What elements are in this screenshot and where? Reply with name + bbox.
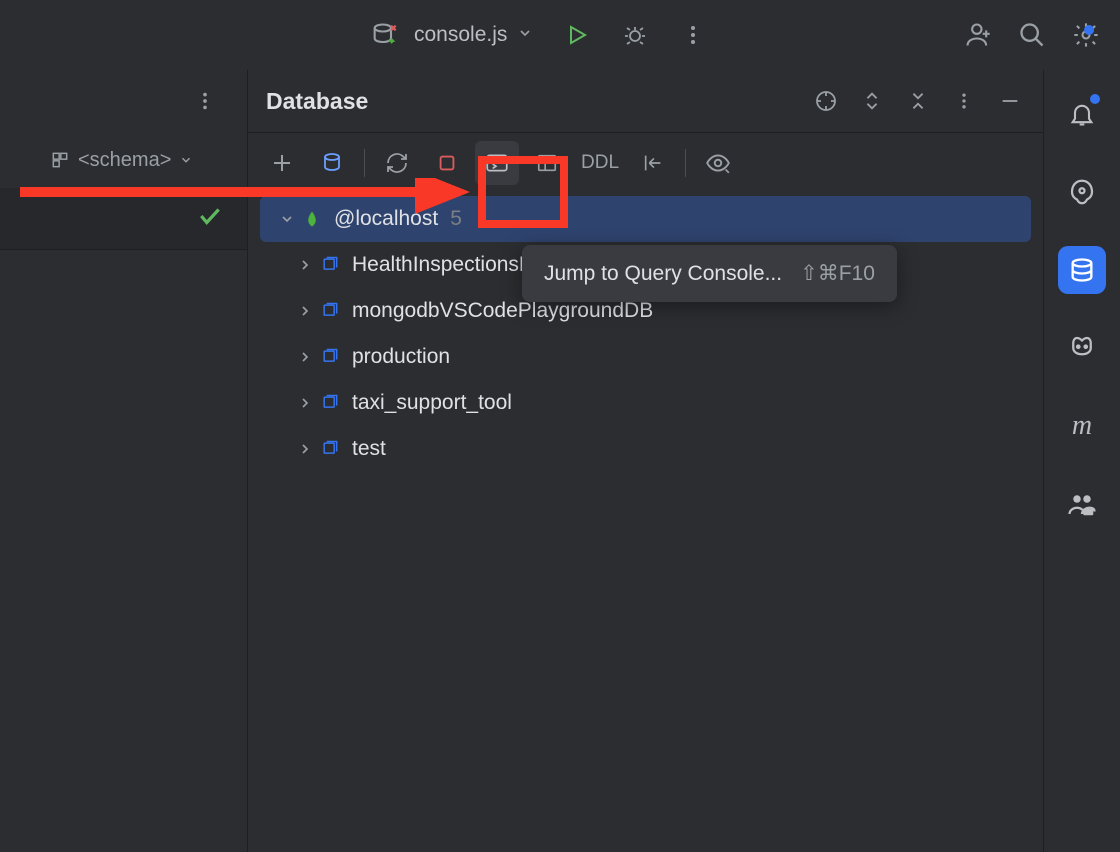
- table-button[interactable]: [525, 141, 569, 185]
- toolbar-separator: [685, 149, 686, 177]
- expand-icon[interactable]: [292, 436, 318, 462]
- refresh-button[interactable]: [375, 141, 419, 185]
- schema-node[interactable]: test: [248, 426, 1043, 472]
- schema-node[interactable]: production: [248, 334, 1043, 380]
- database-icon: [318, 345, 342, 369]
- right-tool-stripe: m: [1044, 70, 1120, 852]
- mongodb-icon: [300, 207, 324, 231]
- stop-button[interactable]: [425, 141, 469, 185]
- expand-icon[interactable]: [292, 298, 318, 324]
- database-icon: [318, 253, 342, 277]
- target-button[interactable]: [811, 86, 841, 116]
- schema-icon: [50, 150, 70, 170]
- settings-notification-dot: [1084, 25, 1094, 35]
- schema-label: mongodbVSCodePlaygroundDB: [352, 299, 653, 323]
- code-with-me-button[interactable]: [964, 21, 992, 49]
- toolbar-separator: [364, 149, 365, 177]
- schema-label: taxi_support_tool: [352, 391, 512, 415]
- more-actions-button[interactable]: [679, 21, 707, 49]
- collapse-icon[interactable]: [274, 206, 300, 232]
- database-icon: [318, 437, 342, 461]
- run-button[interactable]: [563, 21, 591, 49]
- current-file-dropdown[interactable]: console.js: [414, 23, 533, 47]
- datasource-properties-button[interactable]: [310, 141, 354, 185]
- left-side-panel: <schema>: [0, 70, 248, 852]
- debug-button[interactable]: [621, 21, 649, 49]
- database-toolbar: DDL: [248, 132, 1043, 192]
- current-file-name: console.js: [414, 23, 507, 47]
- schema-label: HealthInspectionsDB: [352, 253, 548, 277]
- database-icon: [318, 391, 342, 415]
- datasource-count: 5: [450, 207, 462, 231]
- expand-icon[interactable]: [292, 344, 318, 370]
- search-button[interactable]: [1018, 21, 1046, 49]
- schema-selector[interactable]: <schema>: [0, 132, 247, 188]
- status-check-icon: [197, 203, 223, 234]
- tooltip-shortcut: ⇧⌘F10: [800, 261, 875, 286]
- main-toolbar: console.js: [0, 0, 1120, 70]
- chevron-down-icon: [179, 153, 193, 167]
- meridian-button[interactable]: m: [1058, 402, 1106, 450]
- schema-label: <schema>: [78, 149, 171, 172]
- notification-dot: [1090, 94, 1100, 104]
- tooltip: Jump to Query Console... ⇧⌘F10: [522, 245, 897, 302]
- chevron-down-icon: [517, 23, 533, 47]
- panel-options-button[interactable]: [191, 87, 219, 115]
- ddl-button[interactable]: DDL: [575, 152, 625, 174]
- datasource-label: @localhost: [334, 207, 438, 231]
- ai-assistant-button[interactable]: [1058, 168, 1106, 216]
- copilot-button[interactable]: [1058, 324, 1106, 372]
- schema-label: test: [352, 437, 386, 461]
- db-file-icon: [370, 21, 398, 49]
- database-tree: @localhost 5 HealthInspectionsDB: [248, 192, 1043, 476]
- notifications-button[interactable]: [1058, 90, 1106, 138]
- datasource-node[interactable]: @localhost 5: [260, 196, 1031, 242]
- schema-label: production: [352, 345, 450, 369]
- collaborators-button[interactable]: [1058, 480, 1106, 528]
- database-tool-window: Database: [248, 70, 1044, 852]
- collapse-button[interactable]: [903, 86, 933, 116]
- expand-icon[interactable]: [292, 390, 318, 416]
- tooltip-label: Jump to Query Console...: [544, 262, 782, 286]
- import-button[interactable]: [631, 141, 675, 185]
- expand-icon[interactable]: [292, 252, 318, 278]
- database-header: Database: [248, 70, 1043, 132]
- database-panel-title: Database: [266, 88, 811, 115]
- add-datasource-button[interactable]: [260, 141, 304, 185]
- minimize-button[interactable]: [995, 86, 1025, 116]
- schema-node[interactable]: taxi_support_tool: [248, 380, 1043, 426]
- database-tool-button[interactable]: [1058, 246, 1106, 294]
- expand-button[interactable]: [857, 86, 887, 116]
- panel-menu-button[interactable]: [949, 86, 979, 116]
- database-icon: [318, 299, 342, 323]
- view-options-button[interactable]: [696, 141, 740, 185]
- jump-to-console-button[interactable]: [475, 141, 519, 185]
- settings-button[interactable]: [1072, 21, 1100, 49]
